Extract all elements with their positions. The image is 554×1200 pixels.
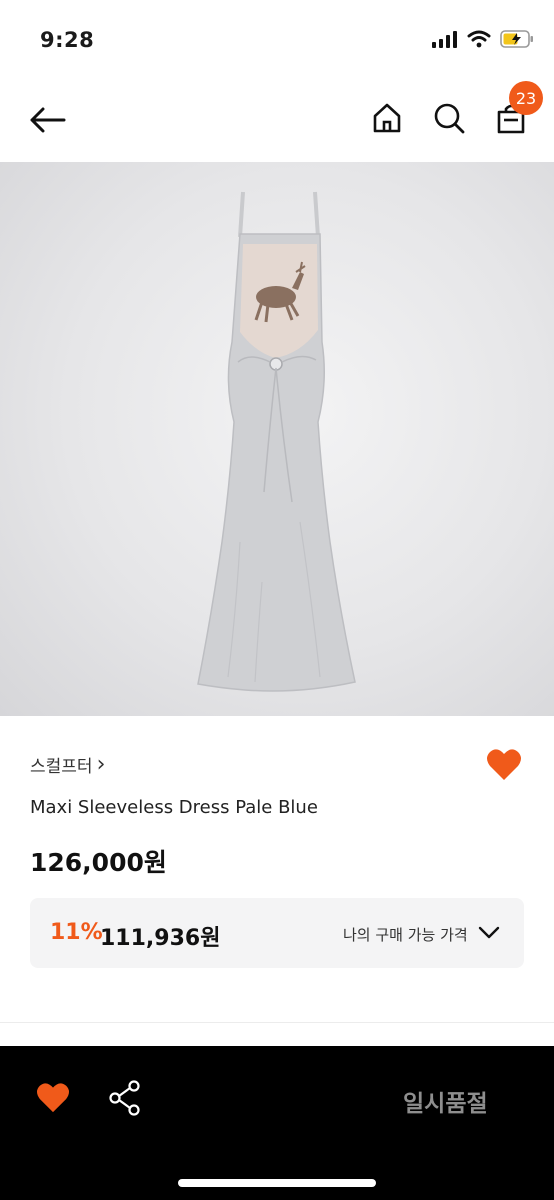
battery-icon xyxy=(500,30,533,48)
share-icon[interactable] xyxy=(108,1080,142,1116)
back-button[interactable] xyxy=(26,100,68,140)
brand-name: 스컬프터 xyxy=(30,757,93,777)
search-button[interactable] xyxy=(429,98,469,138)
discount-price-box[interactable]: 11% 111,936원 나의 구매 가능 가격 xyxy=(30,898,524,968)
discount-price: 111,936원 xyxy=(100,926,221,951)
product-name: Maxi Sleeveless Dress Pale Blue xyxy=(30,797,318,818)
cart-button[interactable]: 23 xyxy=(491,81,543,138)
app-header: 23 xyxy=(0,80,554,162)
home-button[interactable] xyxy=(367,98,407,138)
status-time: 9:28 xyxy=(40,28,95,52)
brand-link[interactable]: 스컬프터 › xyxy=(30,752,106,778)
divider xyxy=(0,1022,554,1023)
chevron-down-icon xyxy=(478,926,500,939)
wifi-icon xyxy=(467,30,491,48)
back-arrow-icon xyxy=(30,107,66,133)
chevron-right-icon: › xyxy=(96,752,106,777)
home-indicator xyxy=(178,1179,376,1187)
status-bar: 9:28 xyxy=(0,0,554,80)
discount-label: 나의 구매 가능 가격 xyxy=(343,926,468,944)
like-heart-icon[interactable] xyxy=(486,748,522,782)
discount-rate: 11% xyxy=(50,920,103,945)
home-icon xyxy=(373,103,401,133)
product-price: 126,000원 xyxy=(30,848,167,877)
product-image[interactable] xyxy=(0,162,554,716)
status-icons xyxy=(432,30,534,48)
dress-illustration xyxy=(197,191,356,692)
signal-icon xyxy=(432,31,457,48)
search-icon xyxy=(434,103,465,134)
wishlist-heart-icon[interactable] xyxy=(36,1082,70,1114)
cart-count-badge: 23 xyxy=(509,81,543,115)
bottom-action-bar: 일시품절 xyxy=(0,1046,554,1200)
soldout-button[interactable]: 일시품절 xyxy=(403,1084,488,1118)
